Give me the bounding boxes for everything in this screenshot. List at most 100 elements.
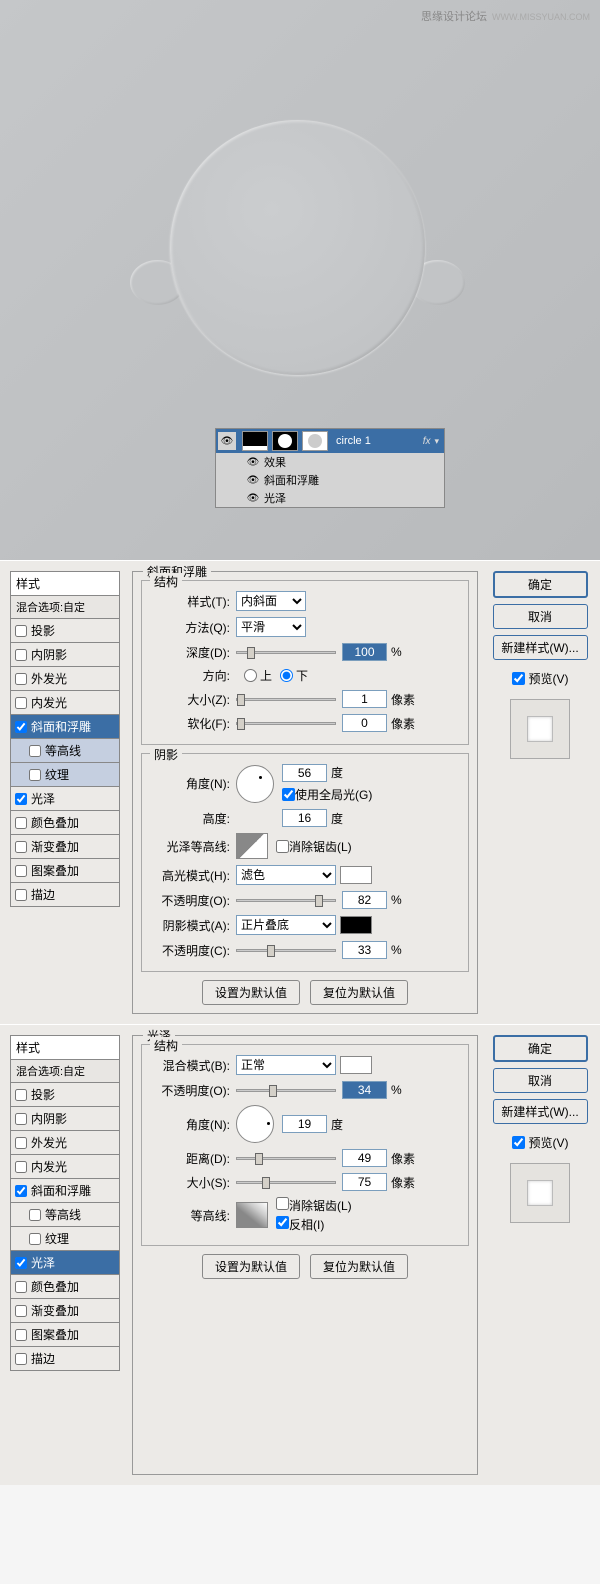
method-select[interactable]: 平滑: [236, 617, 306, 637]
canvas-preview: 思缘设计论坛WWW.MISSYUAN.COM 👁 circle 1 fx ▾ 👁…: [0, 0, 600, 560]
ok-button[interactable]: 确定: [493, 571, 588, 598]
shadow-color[interactable]: [340, 916, 372, 934]
style-pattern-overlay[interactable]: 图案叠加: [10, 1323, 120, 1347]
structure-group: 结构 样式(T):内斜面 方法(Q):平滑 深度(D):% 方向:上下 大小(Z…: [141, 580, 469, 745]
shadow-mode-select[interactable]: 正片叠底: [236, 915, 336, 935]
angle-wheel[interactable]: [236, 765, 274, 803]
set-default-button[interactable]: 设置为默认值: [202, 1254, 300, 1279]
satin-structure-group: 结构 混合模式(B):正常 不透明度(O):% 角度(N):度 距离(D):像素…: [141, 1044, 469, 1246]
layer-name[interactable]: circle 1: [336, 435, 423, 447]
style-satin[interactable]: 光泽: [10, 1251, 120, 1275]
gloss-contour[interactable]: [236, 833, 268, 859]
layer-style-dialog-satin: 样式 混合选项:自定 投影 内阴影 外发光 内发光 斜面和浮雕 等高线 纹理 光…: [0, 1024, 600, 1485]
size-slider[interactable]: [236, 698, 336, 701]
style-outer-glow[interactable]: 外发光: [10, 667, 120, 691]
ok-button[interactable]: 确定: [493, 1035, 588, 1062]
satin-color[interactable]: [340, 1056, 372, 1074]
style-satin[interactable]: 光泽: [10, 787, 120, 811]
preview-check[interactable]: [512, 672, 525, 685]
shadow-group: 阴影 角度(N): 度 使用全局光(G) 高度:度 光泽等高线:消除锯齿(L) …: [141, 753, 469, 972]
satin-angle-wheel[interactable]: [236, 1105, 274, 1143]
satin-distance-input[interactable]: [342, 1149, 387, 1167]
style-inner-glow[interactable]: 内发光: [10, 691, 120, 715]
effects-row[interactable]: 👁效果: [216, 453, 444, 471]
highlight-mode-select[interactable]: 滤色: [236, 865, 336, 885]
style-gradient-overlay[interactable]: 渐变叠加: [10, 835, 120, 859]
shape-circle: [170, 120, 425, 375]
style-bevel[interactable]: 斜面和浮雕: [10, 715, 120, 739]
depth-slider[interactable]: [236, 651, 336, 654]
anti-alias-check[interactable]: [276, 840, 289, 853]
new-style-button[interactable]: 新建样式(W)...: [493, 1099, 588, 1124]
preview-swatch: [510, 699, 570, 759]
style-select[interactable]: 内斜面: [236, 591, 306, 611]
highlight-opacity-slider[interactable]: [236, 899, 336, 902]
style-contour[interactable]: 等高线: [10, 1203, 120, 1227]
satin-contour[interactable]: [236, 1202, 268, 1228]
satin-distance-slider[interactable]: [236, 1157, 336, 1160]
cancel-button[interactable]: 取消: [493, 604, 588, 629]
soften-input[interactable]: [342, 714, 387, 732]
dir-up[interactable]: [244, 669, 257, 682]
soften-slider[interactable]: [236, 722, 336, 725]
bevel-settings: 斜面和浮雕 结构 样式(T):内斜面 方法(Q):平滑 深度(D):% 方向:上…: [132, 571, 478, 1014]
effect-bevel-row[interactable]: 👁斜面和浮雕: [216, 471, 444, 489]
dialog-actions: 确定 取消 新建样式(W)... 预览(V): [490, 571, 590, 1014]
invert-check[interactable]: [276, 1216, 289, 1229]
style-gradient-overlay[interactable]: 渐变叠加: [10, 1299, 120, 1323]
dir-down[interactable]: [280, 669, 293, 682]
preview-check[interactable]: [512, 1136, 525, 1149]
visibility-icon[interactable]: 👁: [218, 432, 236, 450]
style-color-overlay[interactable]: 颜色叠加: [10, 811, 120, 835]
style-pattern-overlay[interactable]: 图案叠加: [10, 859, 120, 883]
style-inner-shadow[interactable]: 内阴影: [10, 1107, 120, 1131]
blend-options[interactable]: 混合选项:自定: [10, 596, 120, 619]
global-light-check[interactable]: [282, 788, 295, 801]
style-inner-shadow[interactable]: 内阴影: [10, 643, 120, 667]
style-texture[interactable]: 纹理: [10, 763, 120, 787]
cancel-button[interactable]: 取消: [493, 1068, 588, 1093]
fx-badge: fx: [423, 436, 431, 447]
style-color-overlay[interactable]: 颜色叠加: [10, 1275, 120, 1299]
layer-panel: 👁 circle 1 fx ▾ 👁效果 👁斜面和浮雕 👁光泽: [215, 428, 445, 508]
shadow-opacity-input[interactable]: [342, 941, 387, 959]
new-style-button[interactable]: 新建样式(W)...: [493, 635, 588, 660]
style-inner-glow[interactable]: 内发光: [10, 1155, 120, 1179]
dialog-actions-2: 确定 取消 新建样式(W)... 预览(V): [490, 1035, 590, 1475]
highlight-color[interactable]: [340, 866, 372, 884]
satin-size-input[interactable]: [342, 1173, 387, 1191]
satin-settings: 光泽 结构 混合模式(B):正常 不透明度(O):% 角度(N):度 距离(D)…: [132, 1035, 478, 1475]
satin-opacity-slider[interactable]: [236, 1089, 336, 1092]
style-stroke[interactable]: 描边: [10, 1347, 120, 1371]
effect-satin-row[interactable]: 👁光泽: [216, 489, 444, 507]
preview-swatch: [510, 1163, 570, 1223]
layer-row[interactable]: 👁 circle 1 fx ▾: [216, 429, 444, 453]
fx-triangle-icon[interactable]: ▾: [434, 436, 439, 447]
style-bevel[interactable]: 斜面和浮雕: [10, 1179, 120, 1203]
reset-default-button[interactable]: 复位为默认值: [310, 980, 408, 1005]
layer-style-dialog-bevel: 样式 混合选项:自定 投影 内阴影 外发光 内发光 斜面和浮雕 等高线 纹理 光…: [0, 560, 600, 1024]
satin-anti-check[interactable]: [276, 1197, 289, 1210]
altitude-input[interactable]: [282, 809, 327, 827]
highlight-opacity-input[interactable]: [342, 891, 387, 909]
satin-opacity-input[interactable]: [342, 1081, 387, 1099]
vector-thumb: [302, 431, 328, 451]
satin-size-slider[interactable]: [236, 1181, 336, 1184]
styles-header: 样式: [10, 571, 120, 596]
layer-thumb: [242, 431, 268, 451]
watermark: 思缘设计论坛WWW.MISSYUAN.COM: [421, 8, 590, 24]
style-texture[interactable]: 纹理: [10, 1227, 120, 1251]
style-drop-shadow[interactable]: 投影: [10, 1083, 120, 1107]
blend-mode-select[interactable]: 正常: [236, 1055, 336, 1075]
depth-input[interactable]: [342, 643, 387, 661]
style-stroke[interactable]: 描边: [10, 883, 120, 907]
style-drop-shadow[interactable]: 投影: [10, 619, 120, 643]
style-contour[interactable]: 等高线: [10, 739, 120, 763]
set-default-button[interactable]: 设置为默认值: [202, 980, 300, 1005]
angle-input[interactable]: [282, 764, 327, 782]
satin-angle-input[interactable]: [282, 1115, 327, 1133]
size-input[interactable]: [342, 690, 387, 708]
reset-default-button[interactable]: 复位为默认值: [310, 1254, 408, 1279]
shadow-opacity-slider[interactable]: [236, 949, 336, 952]
style-outer-glow[interactable]: 外发光: [10, 1131, 120, 1155]
